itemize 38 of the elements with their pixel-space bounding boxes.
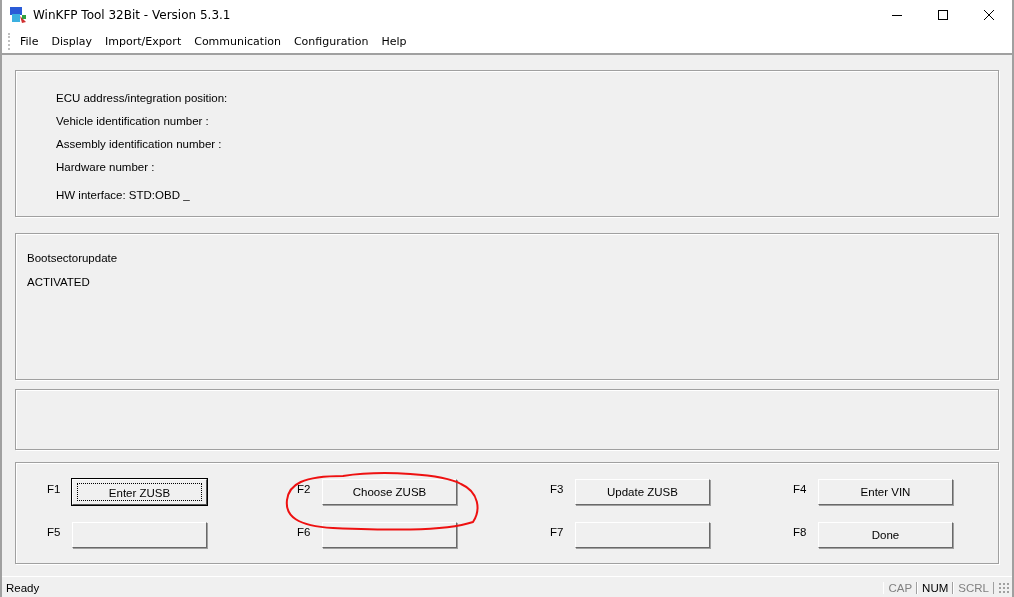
menu-item[interactable]: File	[14, 33, 46, 50]
function-key-label: F4	[793, 482, 808, 495]
function-button[interactable]	[72, 522, 207, 548]
function-button[interactable]: Enter ZUSB	[72, 479, 207, 505]
menu-item[interactable]: Configuration	[287, 33, 376, 50]
function-key-label: F8	[793, 525, 808, 538]
function-key-label: F2	[297, 482, 312, 495]
info-label: ECU address/integration position:	[56, 91, 229, 106]
close-icon	[983, 9, 995, 21]
function-button[interactable]: Choose ZUSB	[322, 479, 457, 505]
resize-grip-icon[interactable]	[998, 582, 1010, 594]
key-indicator: SCRL	[953, 582, 994, 594]
menu-item[interactable]: Communication	[188, 33, 288, 50]
function-key-label: F1	[47, 482, 62, 495]
window-title: WinKFP Tool 32Bit - Version 5.3.1	[33, 8, 231, 22]
info-label: Hardware number :	[56, 160, 156, 175]
app-icon	[9, 6, 27, 24]
function-key-label: F3	[550, 482, 565, 495]
menu-item[interactable]: Help	[375, 33, 414, 50]
menu-item[interactable]: Import/Export	[98, 33, 189, 50]
info-label: HW interface: STD:OBD _	[56, 188, 191, 203]
message-text: Bootsectorupdate	[27, 251, 119, 266]
message-text: ACTIVATED	[27, 275, 91, 290]
function-key-label: F6	[297, 525, 312, 538]
maximize-icon	[937, 9, 949, 21]
function-button[interactable]: Update ZUSB	[575, 479, 710, 505]
function-button[interactable]	[322, 522, 457, 548]
function-key-label: F5	[47, 525, 62, 538]
function-button[interactable]: Enter VIN	[818, 479, 953, 505]
info-label: Assembly identification number :	[56, 137, 223, 152]
info-label: Vehicle identification number :	[56, 114, 210, 129]
function-button[interactable]	[575, 522, 710, 548]
key-indicator: NUM	[917, 582, 954, 594]
key-indicator: CAP	[883, 582, 918, 594]
function-key-label: F7	[550, 525, 565, 538]
status-text: Ready	[5, 582, 40, 594]
function-button[interactable]: Done	[818, 522, 953, 548]
menu-item[interactable]: Display	[45, 33, 99, 50]
